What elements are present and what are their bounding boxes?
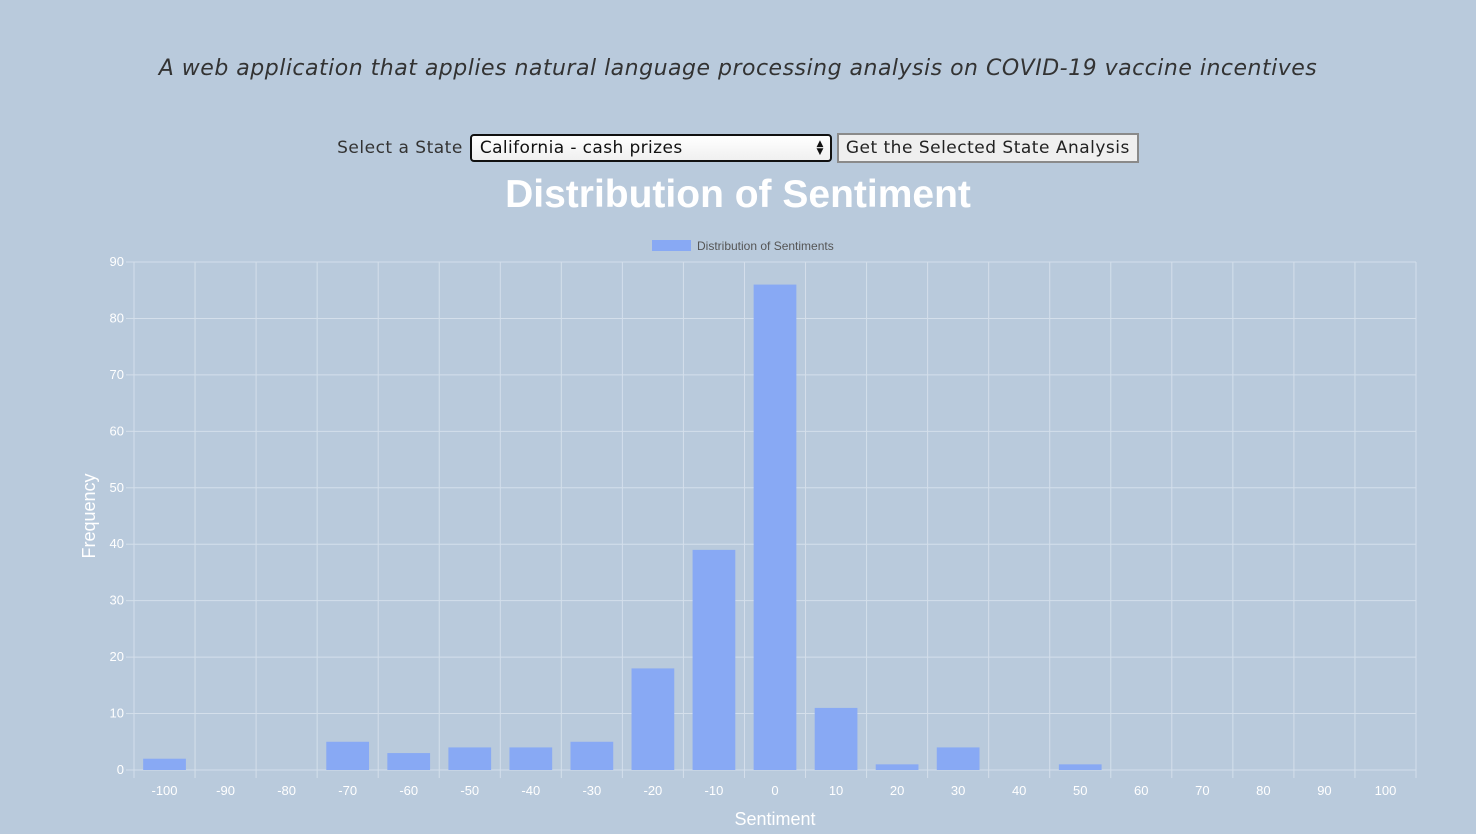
bar — [509, 747, 553, 770]
y-tick-label: 30 — [110, 593, 124, 608]
x-tick-label: -60 — [399, 783, 418, 798]
y-tick-label: 40 — [110, 536, 124, 551]
ticks: 0102030405060708090-100 -90 -80 -70 -60 -50 -4… — [110, 254, 1397, 798]
x-axis-label: Sentiment — [734, 809, 815, 829]
x-tick-label: -20 — [644, 783, 663, 798]
x-tick-label: 30 — [951, 783, 965, 798]
y-tick-label: 90 — [110, 254, 124, 269]
x-tick-label: 20 — [890, 783, 904, 798]
x-tick-label: 40 — [1012, 783, 1026, 798]
x-tick-label: 0 — [771, 783, 778, 798]
bar — [936, 747, 980, 770]
bar — [570, 741, 614, 770]
x-tick-label: 60 — [1134, 783, 1148, 798]
x-tick-label: 50 — [1073, 783, 1087, 798]
x-tick-label: -80 — [277, 783, 296, 798]
bar — [875, 764, 919, 770]
y-tick-label: 0 — [117, 762, 124, 777]
x-tick-label: -100 — [152, 783, 178, 798]
bar — [448, 747, 492, 770]
x-tick-label: 80 — [1256, 783, 1270, 798]
x-tick-label: 90 — [1317, 783, 1331, 798]
legend-swatch — [652, 240, 691, 251]
bar — [753, 284, 797, 770]
bar — [387, 753, 431, 770]
x-tick-label: -10 — [705, 783, 724, 798]
y-tick-label: 10 — [110, 706, 124, 721]
bar — [692, 549, 736, 770]
y-tick-label: 80 — [110, 310, 124, 325]
y-tick-label: 70 — [110, 367, 124, 382]
x-tick-label: 70 — [1195, 783, 1209, 798]
x-tick-label: -50 — [460, 783, 479, 798]
x-tick-label: -70 — [338, 783, 357, 798]
bar — [143, 758, 186, 770]
legend-label: Distribution of Sentiments — [697, 239, 834, 253]
x-tick-label: -90 — [216, 783, 235, 798]
x-tick-label: 100 — [1375, 783, 1397, 798]
x-tick-label: -30 — [582, 783, 601, 798]
y-tick-label: 60 — [110, 423, 124, 438]
y-tick-label: 20 — [110, 649, 124, 664]
bar — [326, 741, 370, 770]
bar — [631, 668, 675, 770]
bar — [814, 707, 858, 770]
bar — [1058, 764, 1102, 770]
sentiment-chart: 0102030405060708090-100 -90 -80 -70 -60 -50 -4… — [79, 239, 1417, 829]
x-tick-label: -40 — [521, 783, 540, 798]
y-axis-label: Frequency — [79, 473, 99, 558]
x-tick-label: 10 — [829, 783, 843, 798]
y-tick-label: 50 — [110, 480, 124, 495]
